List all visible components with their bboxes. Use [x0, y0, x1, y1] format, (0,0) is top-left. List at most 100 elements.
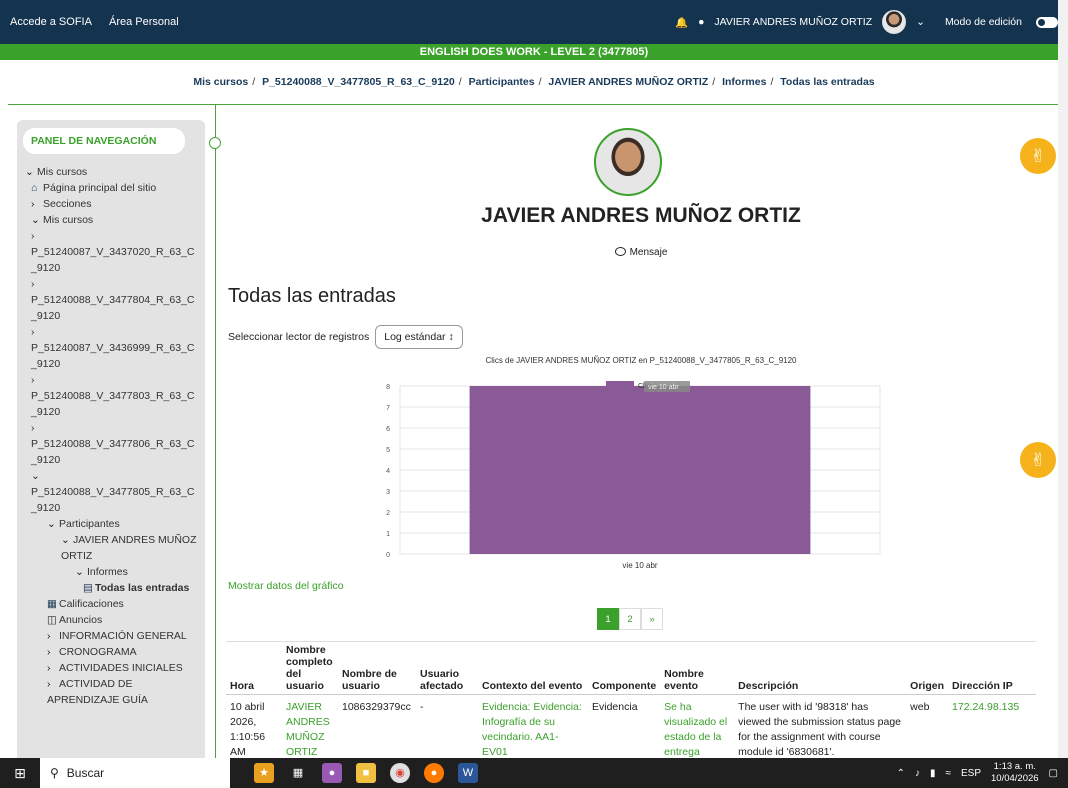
breadcrumb-item[interactable]: Mis cursos [193, 76, 248, 88]
nav-item-secciones[interactable]: › Secciones [23, 196, 199, 212]
divider [8, 104, 1058, 105]
col-ip[interactable]: Dirección IP [948, 642, 1036, 695]
breadcrumb-item[interactable]: P_51240088_V_3477805_R_63_C_9120 [262, 76, 455, 88]
chrome-icon[interactable]: ◉ [390, 763, 410, 783]
chevron-up-icon[interactable]: ⌃ [897, 768, 905, 779]
handshake-icon[interactable]: ✌ [1020, 442, 1056, 478]
nav-item-section[interactable]: › CRONOGRAMA [23, 644, 199, 660]
task-view-icon[interactable]: ▦ [288, 763, 308, 783]
y-tick-label: 4 [386, 468, 390, 475]
chat-icon[interactable]: ● [698, 16, 704, 28]
cell-user-link[interactable]: JAVIER ANDRES MUÑOZ ORTIZ [282, 695, 338, 766]
chart-icon: ▤ [83, 582, 93, 594]
chevron-down-icon: ⌄ [61, 534, 70, 546]
taskbar-search[interactable]: ⚲ Buscar [40, 758, 230, 788]
nav-item-mis-cursos-2[interactable]: ⌄ Mis cursos [23, 212, 199, 228]
nav-item-todas-entradas[interactable]: ▤ Todas las entradas [23, 580, 199, 596]
nav-item-mis-cursos[interactable]: ⌄ Mis cursos [23, 164, 199, 180]
nav-item-home[interactable]: ⌂ Página principal del sitio [23, 180, 199, 196]
log-table: Hora Nombre completo del usuario Nombre … [226, 642, 1036, 765]
nav-item-participantes[interactable]: ⌄ Participantes [23, 516, 199, 532]
firefox-icon[interactable]: ● [424, 763, 444, 783]
breadcrumb-item[interactable]: Informes [722, 76, 766, 88]
col-contexto[interactable]: Contexto del evento [478, 642, 588, 695]
file-explorer-icon[interactable]: ■ [356, 763, 376, 783]
chevron-right-icon: › [47, 662, 51, 674]
breadcrumb-item[interactable]: Participantes [469, 76, 535, 88]
cell-affected: - [420, 701, 424, 713]
cell-event-link[interactable]: Se ha visualizado el estado de la entreg… [660, 695, 734, 766]
nav-item-course[interactable]: › P_51240088_V_3477803_R_63_C_9120 [23, 372, 199, 420]
nav-item-section[interactable]: › INFORMACIÓN GENERAL [23, 628, 199, 644]
show-chart-data-link[interactable]: Mostrar datos del gráfico [228, 580, 344, 592]
col-componente[interactable]: Componente [588, 642, 661, 695]
page-1[interactable]: 1 [597, 608, 619, 630]
user-menu-name[interactable]: JAVIER ANDRES MUÑOZ ORTIZ [714, 16, 872, 28]
notifications-icon[interactable]: ▢ [1049, 768, 1058, 779]
nav-item-course[interactable]: › P_51240088_V_3477804_R_63_C_9120 [23, 276, 199, 324]
chevron-down-icon: ⌄ [25, 166, 34, 178]
col-descripcion[interactable]: Descripción [734, 642, 907, 695]
y-tick-label: 0 [386, 552, 390, 559]
y-tick-label: 2 [386, 510, 390, 517]
app-icon[interactable]: ● [322, 763, 342, 783]
handshake-icon[interactable]: ✌ [1020, 138, 1056, 174]
drawer-handle[interactable] [209, 137, 221, 149]
personal-area-link[interactable]: Área Personal [109, 16, 179, 28]
log-reader-selector: Seleccionar lector de registros Log está… [228, 325, 463, 349]
breadcrumb-item[interactable]: JAVIER ANDRES MUÑOZ ORTIZ [548, 76, 708, 88]
col-hora[interactable]: Hora [226, 642, 282, 695]
chevron-down-icon[interactable]: ⌄ [916, 16, 925, 28]
chevron-right-icon: › [47, 630, 51, 642]
page-scrollbar[interactable] [1058, 0, 1068, 758]
cell-context-link[interactable]: Evidencia: Evidencia: Infografía de su v… [478, 695, 588, 766]
x-tick-label: vie 10 abr [622, 561, 657, 570]
nav-item-section[interactable]: › ACTIVIDADES INICIALES [23, 660, 199, 676]
page-2[interactable]: 2 [619, 608, 641, 630]
nav-item-calificaciones[interactable]: ▦ Calificaciones [23, 596, 199, 612]
chevron-down-icon: ⌄ [31, 214, 40, 226]
windows-start-icon[interactable]: ⊞ [0, 765, 40, 782]
cell-ip-link[interactable]: 172.24.98.135 [948, 695, 1036, 766]
cell-origin: web [910, 701, 930, 713]
page-next[interactable]: » [641, 608, 663, 630]
log-reader-select[interactable]: Log estándar ↕ [375, 325, 463, 349]
y-tick-label: 6 [386, 426, 390, 433]
chevron-right-icon: › [31, 326, 35, 338]
col-nombre-completo[interactable]: Nombre completo del usuario [282, 642, 338, 695]
wifi-icon[interactable]: ≈ [945, 768, 951, 779]
message-button[interactable]: Mensaje [216, 247, 1066, 258]
col-nombre-usuario[interactable]: Nombre de usuario [338, 642, 416, 695]
language-indicator[interactable]: ESP [961, 768, 981, 779]
clock[interactable]: 1:13 a. m. 10/04/2026 [991, 761, 1039, 785]
nav-item-user[interactable]: ⌄ JAVIER ANDRES MUÑOZ ORTIZ [23, 532, 199, 564]
nav-item-course[interactable]: › P_51240087_V_3436999_R_63_C_9120 [23, 324, 199, 372]
bell-icon[interactable]: 🔔 [675, 16, 688, 29]
message-icon [614, 247, 626, 256]
nav-item-course[interactable]: › P_51240088_V_3477806_R_63_C_9120 [23, 420, 199, 468]
sofia-link[interactable]: Accede a SOFIA [10, 16, 92, 28]
nav-item-course-current[interactable]: ⌄ P_51240088_V_3477805_R_63_C_9120 [23, 468, 199, 516]
nav-item-anuncios[interactable]: ◫ Anuncios [23, 612, 199, 628]
nav-item-section[interactable]: › ACTIVIDAD DE APRENDIZAJE GUÍA [23, 676, 199, 708]
avatar[interactable] [882, 10, 907, 34]
clicks-chart: 012345678vie 10 abrClicsvie 10 abr [386, 381, 881, 570]
col-nombre-evento[interactable]: Nombre evento [660, 642, 735, 695]
breadcrumb: Mis cursos / P_51240088_V_3477805_R_63_C_… [193, 76, 875, 88]
chart-title: Clics de JAVIER ANDRES MUÑOZ ORTIZ en P_… [485, 356, 797, 365]
volume-icon[interactable]: ♪ [915, 768, 920, 779]
cell-hora: 10 abril 2026, 1:10:56 AM [230, 701, 266, 758]
edit-mode-toggle[interactable] [1036, 16, 1058, 28]
y-tick-label: 5 [386, 447, 390, 454]
nav-item-course[interactable]: › P_51240087_V_3437020_R_63_C_9120 [23, 228, 199, 276]
table-header-row: Hora Nombre completo del usuario Nombre … [226, 642, 1036, 695]
battery-icon[interactable]: ▮ [930, 768, 936, 779]
col-origen[interactable]: Origen [906, 642, 949, 695]
col-usuario-afectado[interactable]: Usuario afectado [416, 642, 478, 695]
divider [215, 104, 216, 758]
top-navbar: Accede a SOFIA Área Personal 🔔 ● JAVIER … [0, 0, 1068, 44]
nav-item-informes[interactable]: ⌄ Informes [23, 564, 199, 580]
app-icon[interactable]: ★ [254, 763, 274, 783]
word-icon[interactable]: W [458, 763, 478, 783]
profile-name: JAVIER ANDRES MUÑOZ ORTIZ [481, 204, 801, 227]
